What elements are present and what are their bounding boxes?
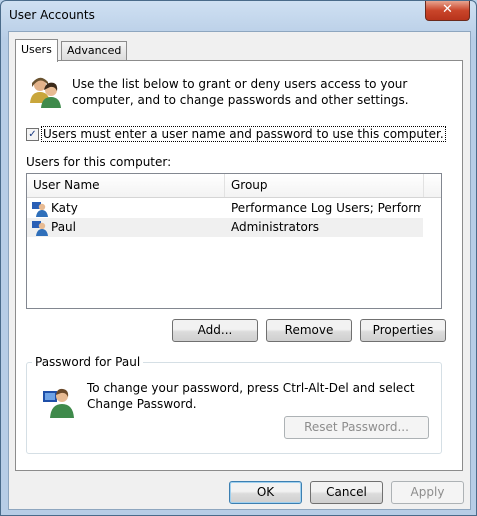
user-password-icon <box>43 388 74 418</box>
column-header-user-name[interactable]: User Name <box>27 174 225 197</box>
require-password-checkbox[interactable]: ✓ <box>26 128 39 141</box>
table-row[interactable]: Paul Administrators <box>27 218 423 237</box>
window-title: User Accounts <box>9 8 95 22</box>
cell-group: Performance Log Users; Performa... <box>231 201 421 215</box>
dialog-client-area: Users Advanced Use the list below to gra… <box>8 31 471 510</box>
column-header-group[interactable]: Group <box>225 174 424 197</box>
reset-password-button[interactable]: Reset Password... <box>284 416 429 439</box>
user-icon <box>32 202 48 217</box>
properties-button[interactable]: Properties <box>360 319 446 342</box>
users-description: Use the list below to grant or deny user… <box>72 77 409 107</box>
tab-users[interactable]: Users <box>15 39 58 62</box>
users-icon <box>30 77 61 108</box>
ok-button[interactable]: OK <box>229 481 302 504</box>
listview-header: User Name Group <box>27 174 441 198</box>
require-password-label[interactable]: Users must enter a user name and passwor… <box>41 126 446 142</box>
users-tab-panel: Use the list below to grant or deny user… <box>15 60 463 471</box>
tab-advanced[interactable]: Advanced <box>61 41 128 60</box>
close-icon: ✕ <box>442 2 453 17</box>
password-instructions: To change your password, press Ctrl-Alt-… <box>87 381 415 411</box>
cell-user-name: Paul <box>51 220 76 234</box>
cancel-button[interactable]: Cancel <box>310 481 383 504</box>
add-button[interactable]: Add... <box>172 319 258 342</box>
password-group-title: Password for Paul <box>32 355 144 369</box>
apply-button[interactable]: Apply <box>391 481 464 504</box>
password-groupbox: Password for Paul To change your passwor… <box>26 355 442 454</box>
cell-user-name: Katy <box>51 201 78 215</box>
users-listview[interactable]: User Name Group Katy Performance Log Use… <box>26 173 442 309</box>
users-list-caption: Users for this computer: <box>26 155 172 169</box>
user-accounts-window: User Accounts ✕ Users Advanced Use the l… <box>0 0 477 516</box>
title-bar[interactable]: User Accounts ✕ <box>1 1 476 31</box>
user-icon <box>32 221 48 236</box>
remove-button[interactable]: Remove <box>266 319 352 342</box>
table-row[interactable]: Katy Performance Log Users; Performa... <box>27 199 423 218</box>
cell-group: Administrators <box>231 220 320 234</box>
close-button[interactable]: ✕ <box>425 1 470 21</box>
